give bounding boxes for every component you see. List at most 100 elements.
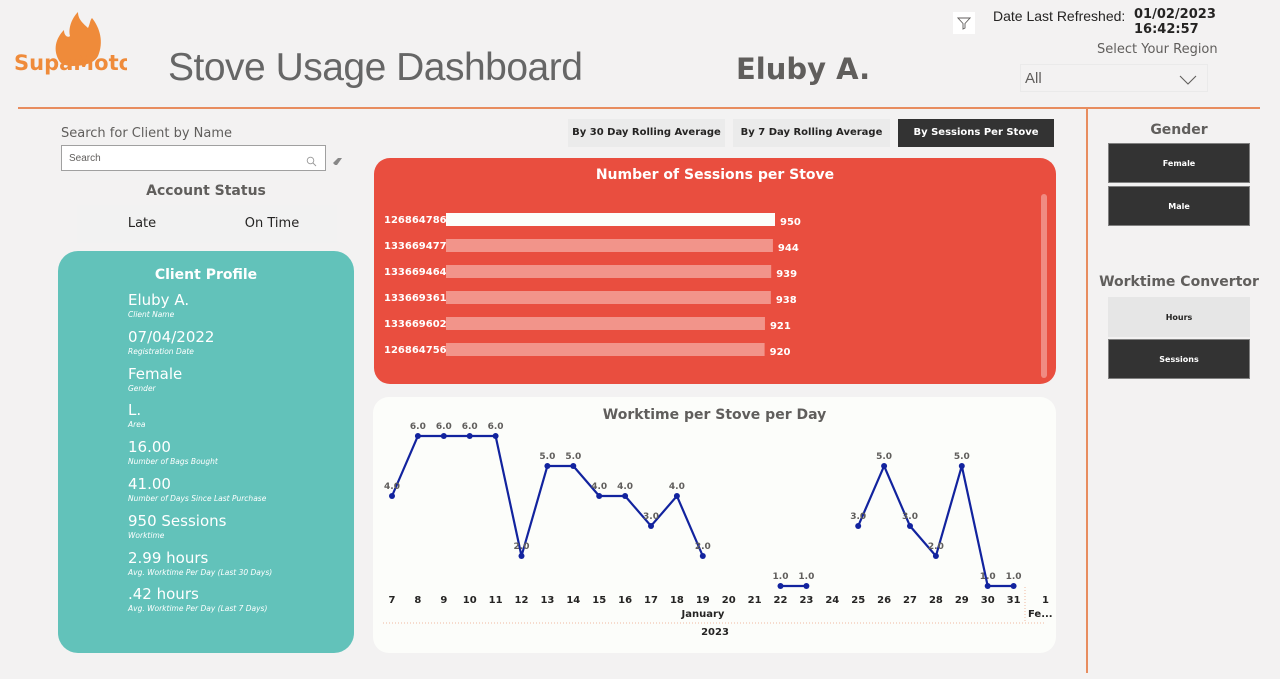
- bar: [446, 317, 765, 330]
- line-data-point: [596, 493, 603, 499]
- line-data-label: 6.0: [462, 422, 478, 432]
- line-data-point: [466, 433, 473, 439]
- view-30-day-rolling-average-button[interactable]: By 30 Day Rolling Average: [568, 119, 725, 147]
- x-tick-label: 29: [955, 595, 969, 606]
- line-data-label: 1.0: [1006, 572, 1022, 582]
- x-tick-label: 27: [903, 595, 917, 606]
- line-data-point: [570, 463, 577, 469]
- client-search-box[interactable]: [61, 145, 326, 171]
- x-tick-label: 19: [696, 595, 710, 606]
- eraser-icon[interactable]: [332, 151, 343, 170]
- account-status-on-time[interactable]: On Time: [207, 205, 337, 243]
- bar-value-label: 944: [778, 243, 799, 254]
- bar-value-label: 921: [770, 321, 791, 332]
- bar-category-label: 126864786: [384, 215, 447, 226]
- line-data-label: 5.0: [876, 452, 892, 462]
- view-7-day-rolling-average-button[interactable]: By 7 Day Rolling Average: [733, 119, 890, 147]
- line-data-label: 1.0: [798, 572, 814, 582]
- bar-value-label: 938: [776, 295, 797, 306]
- profile-worktime: 950 Sessions Worktime: [128, 512, 272, 549]
- profile-value: 41.00: [128, 474, 171, 493]
- line-data-point: [958, 463, 965, 469]
- line-data-label: 4.0: [384, 482, 400, 492]
- line-data-point: [984, 583, 991, 589]
- line-data-label: 2.0: [514, 542, 530, 552]
- line-series-segment: [857, 463, 1014, 588]
- search-label: Search for Client by Name: [61, 126, 232, 141]
- worktime-sessions-button[interactable]: Sessions: [1108, 339, 1250, 379]
- line-data-point: [907, 523, 913, 529]
- bar-chart-scrollbar[interactable]: [1041, 194, 1047, 378]
- profile-value: 07/04/2022: [128, 327, 215, 346]
- profile-value: 2.99 hours: [128, 548, 209, 567]
- profile-label: Avg. Worktime Per Day (Last 7 Days): [128, 604, 268, 614]
- worktime-hours-button[interactable]: Hours: [1108, 297, 1250, 337]
- line-data-label: 1.0: [980, 572, 996, 582]
- view-sessions-per-stove-button[interactable]: By Sessions Per Stove: [898, 119, 1054, 147]
- refreshed-value: 01/02/2023 16:42:57: [1134, 7, 1216, 37]
- x-tick-label: 9: [440, 595, 447, 606]
- filter-icon[interactable]: [953, 12, 975, 34]
- line-data-point: [518, 553, 525, 559]
- x-tick-label: 30: [981, 595, 995, 606]
- profile-label: Worktime: [128, 530, 165, 540]
- client-search-input[interactable]: [69, 152, 299, 164]
- x-tick-label: 11: [489, 595, 503, 606]
- profile-label: Number of Days Since Last Purchase: [128, 493, 267, 503]
- x-tick-label: 26: [877, 595, 891, 606]
- x-year-label: 2023: [701, 627, 729, 638]
- line-data-label: 2.0: [928, 542, 944, 552]
- x-tick-label: 8: [414, 595, 421, 606]
- line-data-point: [855, 523, 862, 529]
- x-tick-label: 23: [799, 595, 813, 606]
- account-status-slicer: Late On Time: [77, 205, 337, 243]
- line-data-point: [1010, 583, 1017, 589]
- header-divider: [18, 107, 1260, 109]
- x-tick-label: 24: [825, 595, 839, 606]
- gender-female-button[interactable]: Female: [1108, 143, 1250, 183]
- line-data-point: [440, 433, 447, 439]
- x-tick-label: 7: [389, 595, 396, 606]
- profile-label: Gender: [128, 383, 156, 393]
- bar-value-label: 950: [780, 217, 801, 228]
- account-status-late[interactable]: Late: [77, 205, 207, 243]
- x-tick-label: 1: [1042, 595, 1049, 606]
- bar-category-label: 133669477: [384, 241, 447, 252]
- line-data-label: 6.0: [410, 422, 426, 432]
- profile-area: L. Area: [128, 401, 272, 438]
- account-status-title: Account Status: [146, 183, 266, 199]
- x-tick-label: 31: [1007, 595, 1021, 606]
- profile-value: Female: [128, 364, 183, 383]
- gender-male-button[interactable]: Male: [1108, 186, 1250, 226]
- bar-category-label: 133669464: [384, 267, 447, 278]
- line-data-label: 3.0: [643, 512, 659, 522]
- gender-slicer-title: Gender: [1150, 122, 1208, 138]
- client-profile-card: Client Profile Eluby A. Client Name 07/04…: [58, 251, 354, 653]
- bar: [446, 213, 775, 226]
- bar-category-label: 126864756: [384, 345, 447, 356]
- profile-value: Eluby A.: [128, 291, 190, 309]
- bar: [446, 265, 772, 278]
- x-tick-label: 25: [851, 595, 865, 606]
- supamoto-logo: SupaMoto: [12, 10, 133, 80]
- line-data-point: [673, 493, 680, 499]
- x-tick-label: 20: [722, 595, 736, 606]
- bar-value-label: 920: [770, 347, 791, 358]
- line-data-label: 6.0: [488, 422, 504, 432]
- x-tick-label: 28: [929, 595, 943, 606]
- profile-label: Client Name: [128, 310, 175, 319]
- x-tick-label: 15: [592, 595, 606, 606]
- line-data-label: 6.0: [436, 422, 452, 432]
- region-dropdown[interactable]: All: [1020, 64, 1208, 92]
- profile-bags-bought: 16.00 Number of Bags Bought: [128, 438, 272, 475]
- line-data-point: [803, 583, 810, 589]
- line-data-label: 5.0: [565, 452, 581, 462]
- x-month-label: January: [681, 609, 725, 620]
- line-data-label: 3.0: [902, 512, 918, 522]
- line-data-point: [492, 433, 499, 439]
- page-title: Stove Usage Dashboard: [168, 46, 583, 89]
- line-data-label: 5.0: [954, 452, 970, 462]
- profile-label: Area: [128, 420, 146, 430]
- line-data-point: [389, 493, 395, 499]
- search-icon[interactable]: [306, 152, 317, 171]
